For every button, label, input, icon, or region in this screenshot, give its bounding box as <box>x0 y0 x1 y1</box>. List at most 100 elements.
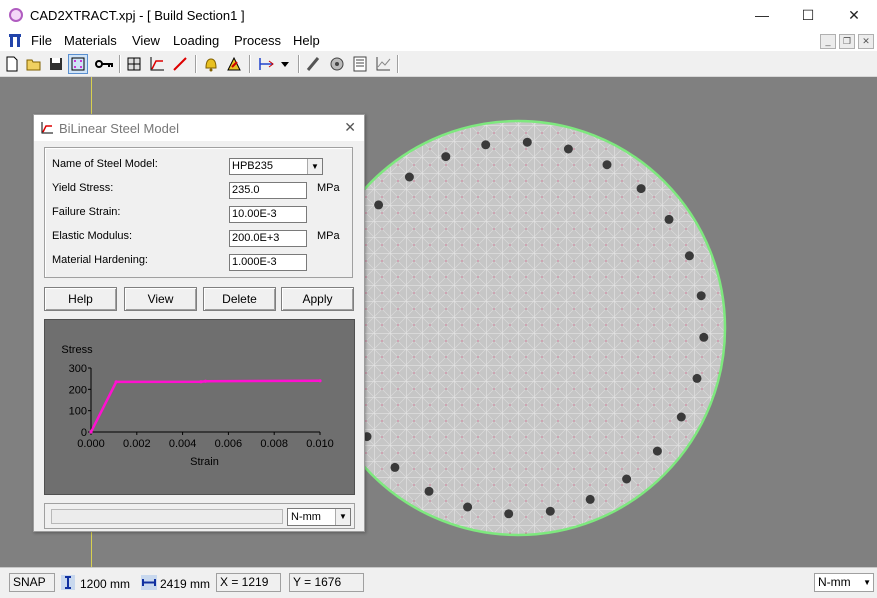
y-tick-label: 300 <box>69 363 87 375</box>
material-hardening-label: Material Hardening: <box>52 254 148 266</box>
rebar <box>585 494 595 504</box>
chevron-down-icon[interactable]: ▼ <box>863 574 871 591</box>
menu-view[interactable]: View <box>132 33 160 48</box>
x-tick-label: 0.006 <box>215 438 243 450</box>
x-axis-label: Strain <box>190 456 219 468</box>
section-width: 2419 mm <box>160 577 211 591</box>
open-folder-icon[interactable] <box>25 55 43 73</box>
failure-strain-label: Failure Strain: <box>52 206 121 218</box>
rebar <box>676 412 686 422</box>
apply-button[interactable]: Apply <box>281 287 354 311</box>
rebar <box>563 144 573 154</box>
width-dimension-icon <box>141 575 157 590</box>
x-coordinate: X = 1219 <box>216 573 281 592</box>
progress-bar <box>51 509 283 524</box>
elastic-modulus-input[interactable]: 200.0E+3 <box>229 230 307 247</box>
curve-point <box>114 380 118 384</box>
window-title: CAD2XTRACT.xpj - [ Build Section1 ] <box>30 8 245 23</box>
rebar <box>404 172 414 182</box>
y-tick-label: 100 <box>69 406 87 418</box>
rebar <box>522 137 532 147</box>
rebar <box>664 214 674 224</box>
dialog-title: BiLinear Steel Model <box>59 121 179 136</box>
y-axis-label: Stress <box>61 344 93 356</box>
rebar <box>374 200 384 210</box>
rebar <box>390 462 400 472</box>
rebar <box>692 373 702 383</box>
menu-bar: File Materials View Loading Process Help <box>0 31 877 51</box>
section-grid-icon[interactable] <box>125 55 143 73</box>
yield-stress-label: Yield Stress: <box>52 182 114 194</box>
x-tick-label: 0.008 <box>260 438 288 450</box>
menu-file[interactable]: File <box>31 33 52 48</box>
dialog-close-button[interactable]: ✕ <box>344 119 356 136</box>
rebar <box>424 486 434 496</box>
pen-icon[interactable] <box>304 55 322 73</box>
menu-process[interactable]: Process <box>234 33 281 48</box>
mdi-minimize-button[interactable]: _ <box>820 34 836 49</box>
units-select[interactable]: N-mm ▼ <box>814 573 874 592</box>
maximize-button[interactable]: ☐ <box>785 0 831 31</box>
stress-strain-icon <box>41 122 53 134</box>
save-icon[interactable] <box>47 55 65 73</box>
mdi-close-button[interactable]: ✕ <box>858 34 874 49</box>
mdi-restore-button[interactable]: ❐ <box>839 34 855 49</box>
view-button[interactable]: View <box>124 287 197 311</box>
x-tick-label: 0.010 <box>306 438 334 450</box>
failure-strain-input[interactable]: 10.00E-3 <box>229 206 307 223</box>
axis-icon[interactable] <box>256 55 276 73</box>
rebar <box>684 251 694 261</box>
stress-strain-plot: 0 100 200 300 0.000 0.002 0.004 0.006 0.008 0.010… <box>44 319 355 495</box>
stress-strain-icon[interactable] <box>148 55 166 73</box>
mesh-grid-icon[interactable] <box>68 54 88 74</box>
snap-toggle[interactable]: SNAP <box>9 573 55 592</box>
yield-stress-unit: MPa <box>317 182 340 194</box>
parameters-group: Name of Steel Model: HPB235 ▼ Yield Stre… <box>44 147 353 278</box>
menu-materials[interactable]: Materials <box>64 33 117 48</box>
dropdown-arrow-icon[interactable] <box>279 55 291 73</box>
height-dimension-icon <box>61 575 75 590</box>
chevron-down-icon[interactable]: ▼ <box>335 509 350 525</box>
key-icon[interactable] <box>93 55 115 73</box>
reinforcement-icon[interactable] <box>328 55 346 73</box>
steel-model-select[interactable]: HPB235 ▼ <box>229 158 323 175</box>
menu-loading[interactable]: Loading <box>173 33 219 48</box>
bell-icon[interactable] <box>202 55 220 73</box>
report-icon[interactable] <box>351 55 369 73</box>
chart-icon[interactable] <box>374 55 392 73</box>
x-tick-label: 0.000 <box>77 438 105 450</box>
dialog-title-bar: BiLinear Steel Model ✕ <box>34 115 364 141</box>
section-height: 1200 mm <box>80 577 131 591</box>
rebar <box>636 184 646 194</box>
status-bar: SNAP 1200 mm 2419 mm X = 1219 Y = 1676 N… <box>0 567 877 598</box>
analysis-icon[interactable] <box>225 55 243 73</box>
bilinear-steel-dialog: BiLinear Steel Model ✕ Name of Steel Mod… <box>33 114 365 532</box>
menu-help[interactable]: Help <box>293 33 320 48</box>
chevron-down-icon[interactable]: ▼ <box>307 159 322 174</box>
app-logo-icon <box>9 8 23 22</box>
dialog-units-select[interactable]: N-mm ▼ <box>287 508 351 526</box>
rebar <box>481 140 491 150</box>
elastic-modulus-unit: MPa <box>317 230 340 242</box>
help-button[interactable]: Help <box>44 287 117 311</box>
title-bar: CAD2XTRACT.xpj - [ Build Section1 ] — ☐ … <box>0 0 877 31</box>
stress-strain-chart: 01002003000.000 0.002 0.004 0.006 0.008 0.010… <box>61 344 334 468</box>
rebar <box>463 502 473 512</box>
x-tick-label: 0.002 <box>123 438 151 450</box>
y-tick-label: 200 <box>69 384 87 396</box>
delete-button[interactable]: Delete <box>203 287 276 311</box>
curve-point <box>89 430 93 434</box>
line-draw-icon[interactable] <box>171 55 189 73</box>
material-hardening-input[interactable]: 1.000E-3 <box>229 254 307 271</box>
curve-point <box>203 379 208 383</box>
yield-stress-input[interactable]: 235.0 <box>229 182 307 199</box>
rebar <box>622 474 632 484</box>
close-button[interactable]: ✕ <box>831 0 877 31</box>
toolbar <box>0 52 877 77</box>
stress-strain-curve <box>89 379 321 433</box>
minimize-button[interactable]: — <box>739 0 785 31</box>
new-file-icon[interactable] <box>3 55 21 73</box>
curve-point <box>199 380 203 384</box>
rebar <box>696 291 706 301</box>
rebar <box>699 332 709 342</box>
